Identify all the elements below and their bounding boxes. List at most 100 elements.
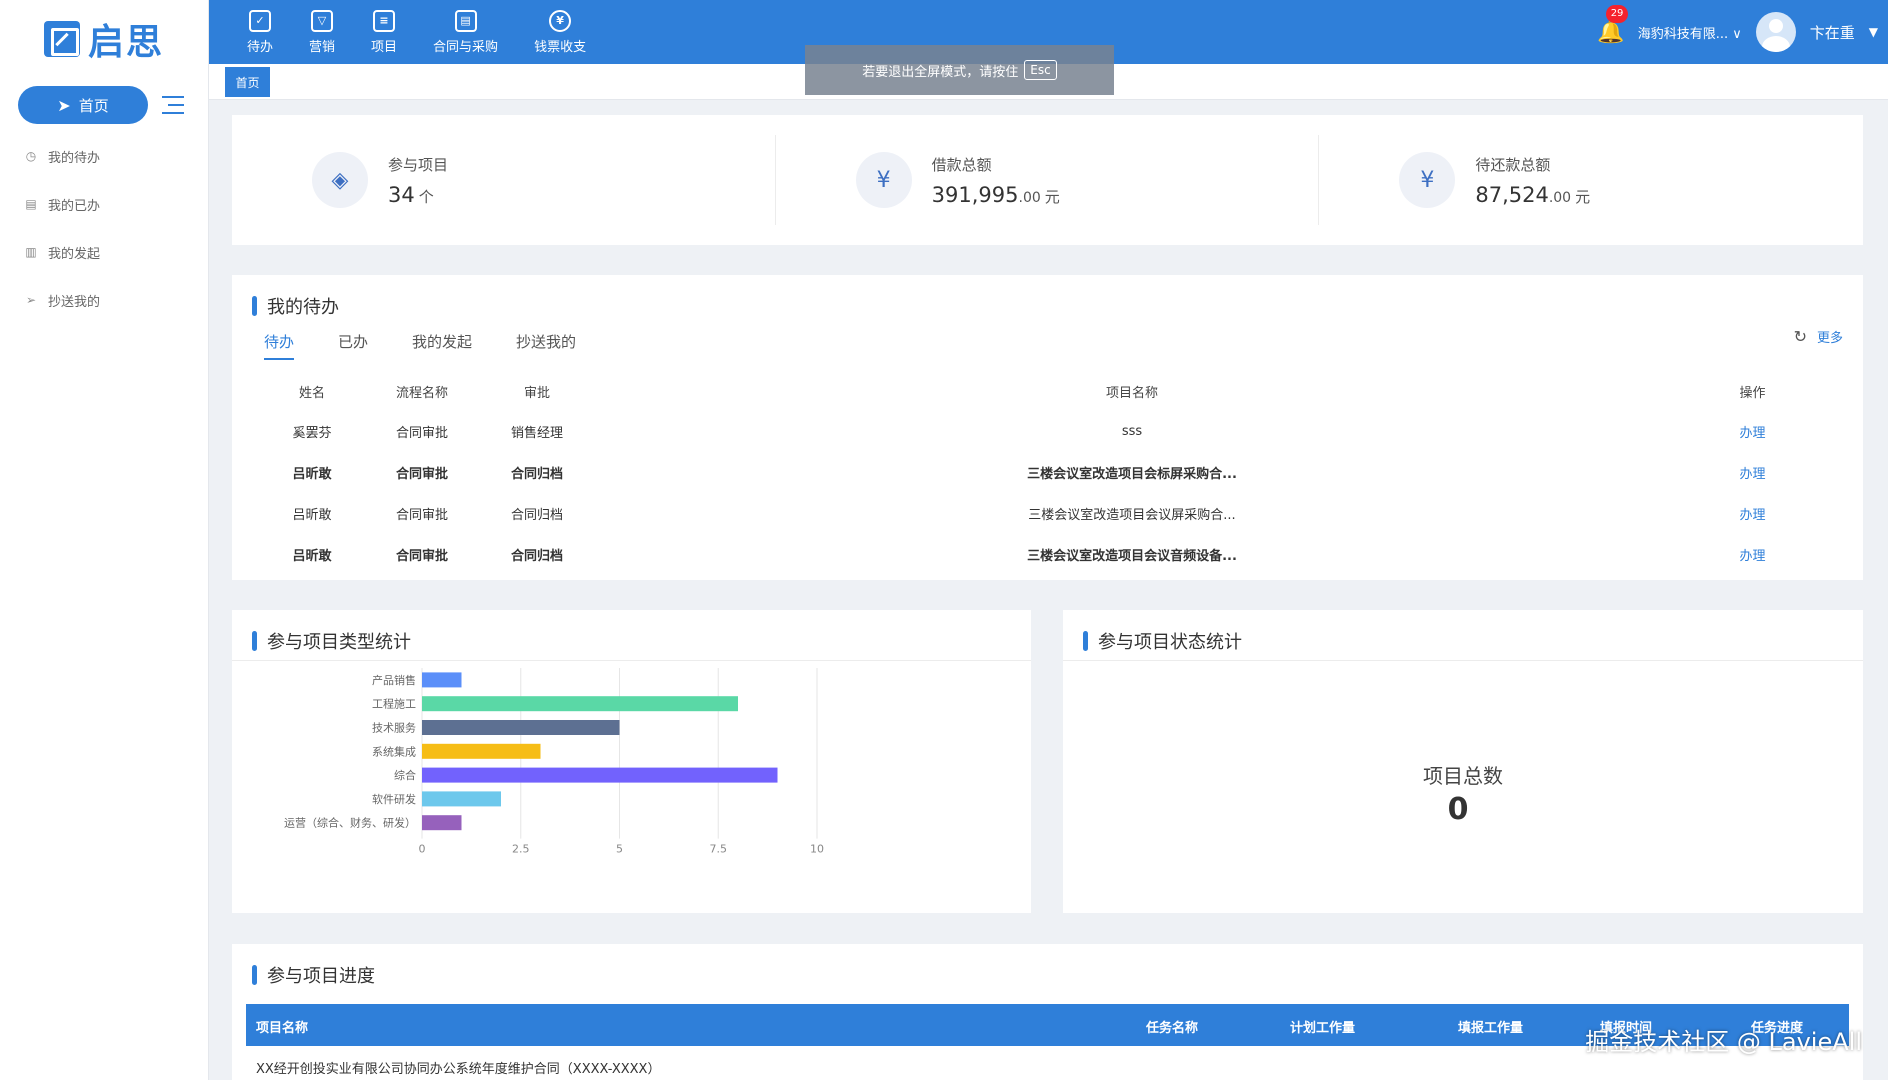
y-tick-label: 软件研发: [372, 792, 416, 806]
bar[interactable]: [422, 672, 462, 688]
todo-table: 姓名 流程名称 审批 项目名称 操作 奚罢芬 合同审批 销售经理 sss 办理 吕昕敢 合同…: [252, 371, 1843, 575]
sidebar-item-cc[interactable]: ➢ 抄送我的: [0, 276, 208, 324]
cell-op[interactable]: 办理: [1662, 411, 1843, 452]
company-switcher[interactable]: 海豹科技有限... ∨: [1638, 23, 1742, 42]
notification-badge: 29: [1605, 5, 1629, 23]
cell-flow: 合同审批: [395, 508, 448, 523]
funnel-icon: ▽: [311, 9, 334, 32]
tab-done[interactable]: 已办: [338, 331, 368, 360]
nav-item-marketing[interactable]: ▽ 营销: [291, 0, 353, 64]
send-icon: ➢: [25, 293, 37, 307]
stat-label: 待还款总额: [1475, 155, 1551, 174]
x-tick-label: 2.5: [512, 843, 530, 856]
fullscreen-hint: 若要退出全屏模式，请按住 Esc: [805, 45, 1114, 95]
table-row: 吕昕敢 合同审批 合同归档 三楼会议室改造项目会议音频设备... 办理: [252, 534, 1843, 575]
section-title: 参与项目类型统计: [252, 628, 411, 654]
sidebar-item-label: 抄送我的: [48, 294, 101, 310]
top-nav: ✓ 待办 ▽ 营销 ≡ 项目 ▤ 合同与采购 ¥ 钱票收支: [229, 0, 604, 64]
cell-project: 三楼会议室改造项目会议音频设备...: [1027, 549, 1237, 564]
cell-op[interactable]: 办理: [1662, 493, 1843, 534]
type-bar-chart: 0 2.5 5 7.5 10 产品销售工程施工技术服务系统集成综合软件研发运营（综合、财务…: [284, 668, 824, 856]
type-chart-card: 参与项目类型统计 0 2.5 5 7.5 10 产品销售 工程施工 技术服务 系统集成 综合 软件研…: [232, 610, 1031, 913]
stat-unit: 元: [1044, 187, 1060, 206]
bar[interactable]: [422, 720, 620, 735]
cell-name: 吕昕敢: [292, 508, 332, 523]
layers-icon: ◈: [312, 152, 368, 208]
total-value: 0: [1447, 792, 1469, 827]
stat-decimal: .00: [1548, 189, 1572, 206]
stat-value: 34 个: [388, 183, 448, 207]
cell-op[interactable]: 办理: [1662, 452, 1843, 493]
stat-number: 87,524: [1475, 182, 1549, 207]
tab-initiated[interactable]: 我的发起: [412, 331, 472, 360]
caret-down-icon[interactable]: ▼: [1869, 25, 1878, 39]
column-header: 计划工作量: [1290, 1021, 1356, 1036]
more-label: 更多: [1816, 331, 1843, 346]
type-chart-title: 参与项目类型统计: [267, 632, 411, 653]
tab-cc[interactable]: 抄送我的: [516, 331, 576, 360]
more-link[interactable]: ↻ 更多: [1794, 327, 1843, 346]
column-header: 项目名称: [256, 1021, 309, 1036]
sidebar-item-initiated[interactable]: ▥ 我的发起: [0, 228, 208, 276]
project-icon: ≡: [373, 9, 396, 32]
y-tick-label: 系统集成: [372, 744, 416, 758]
nav-item-project[interactable]: ≡ 项目: [353, 0, 415, 64]
todo-icon: ✓: [249, 9, 271, 32]
sidebar-item-todo[interactable]: ◷ 我的待办: [0, 132, 208, 180]
chevron-down-icon: ∨: [1732, 26, 1742, 42]
bar[interactable]: [422, 696, 738, 712]
stat-number: 391,995: [931, 182, 1019, 207]
cell-flow: 合同审批: [395, 467, 448, 482]
nav-item-contract[interactable]: ▤ 合同与采购: [415, 0, 516, 64]
company-name: 海豹科技有限...: [1637, 26, 1729, 42]
cell-approval: 合同归档: [510, 549, 563, 564]
cell-op[interactable]: 办理: [1662, 534, 1843, 575]
stat-decimal: .00: [1018, 189, 1041, 206]
stat-repayment: ¥ 待还款总额 87,524.00 元: [1319, 115, 1863, 245]
table-row[interactable]: XX经开创投实业有限公司协同办公系统年度维护合同（XXXX-XXXX）: [256, 1058, 660, 1077]
table-row: 奚罢芬 合同审批 销售经理 sss 办理: [252, 411, 1843, 452]
bar[interactable]: [422, 791, 501, 807]
yen-icon: ¥: [549, 9, 572, 32]
cell-approval: 合同归档: [510, 467, 563, 482]
y-tick-label: 技术服务: [372, 722, 416, 735]
logo[interactable]: 启思: [0, 0, 208, 78]
username[interactable]: 卞在重: [1810, 22, 1855, 43]
cell-approval: 合同归档: [510, 508, 563, 523]
refresh-icon[interactable]: ↻: [1794, 327, 1807, 346]
bar[interactable]: [422, 743, 541, 759]
x-tick-label: 0: [419, 843, 426, 856]
bar[interactable]: [422, 767, 778, 783]
title-bar: [252, 631, 257, 651]
status-chart-card: 参与项目状态统计 项目总数 0: [1063, 610, 1863, 913]
home-button[interactable]: ➤ 首页: [18, 86, 148, 124]
stats-card: ◈ 参与项目 34 个 ¥ 借款总额 391,995.00 元 ¥ 待还款总额 87…: [232, 115, 1863, 245]
column-header: 项目名称: [1105, 385, 1158, 401]
tab-todo[interactable]: 待办: [264, 331, 295, 360]
bar[interactable]: [422, 815, 462, 831]
nav-item-todo[interactable]: ✓ 待办: [229, 0, 291, 64]
y-tick-label: 工程施工: [372, 698, 416, 711]
cell-flow: 合同审批: [395, 426, 448, 441]
column-header: 填报工作量: [1458, 1021, 1524, 1036]
nav-item-label: 营销: [309, 39, 336, 55]
cell-name: 吕昕敢: [292, 549, 332, 564]
todo-title: 我的待办: [267, 297, 339, 318]
avatar[interactable]: [1755, 12, 1796, 52]
progress-title: 参与项目进度: [267, 966, 375, 987]
sidebar-item-label: 我的待办: [48, 150, 101, 166]
menu-collapse-icon[interactable]: [162, 96, 184, 114]
nav-item-finance[interactable]: ¥ 钱票收支: [516, 0, 604, 64]
bell-icon[interactable]: 🔔 29: [1597, 5, 1629, 45]
location-icon: ➤: [57, 95, 71, 115]
tab-home[interactable]: 首页: [225, 67, 270, 97]
logo-text: 启思: [87, 22, 164, 63]
y-tick-label: 综合: [394, 768, 416, 782]
cell-approval: 销售经理: [510, 426, 563, 441]
sidebar-item-done[interactable]: ▤ 我的已办: [0, 180, 208, 228]
x-tick-label: 5: [616, 843, 623, 856]
y-tick-label: 产品销售: [372, 673, 416, 687]
home-button-label: 首页: [78, 96, 109, 115]
progress-card: 参与项目进度 项目名称 任务名称 计划工作量 填报工作量 填报时间 任务进度 X…: [232, 944, 1863, 1080]
section-title: 我的待办: [252, 293, 339, 319]
